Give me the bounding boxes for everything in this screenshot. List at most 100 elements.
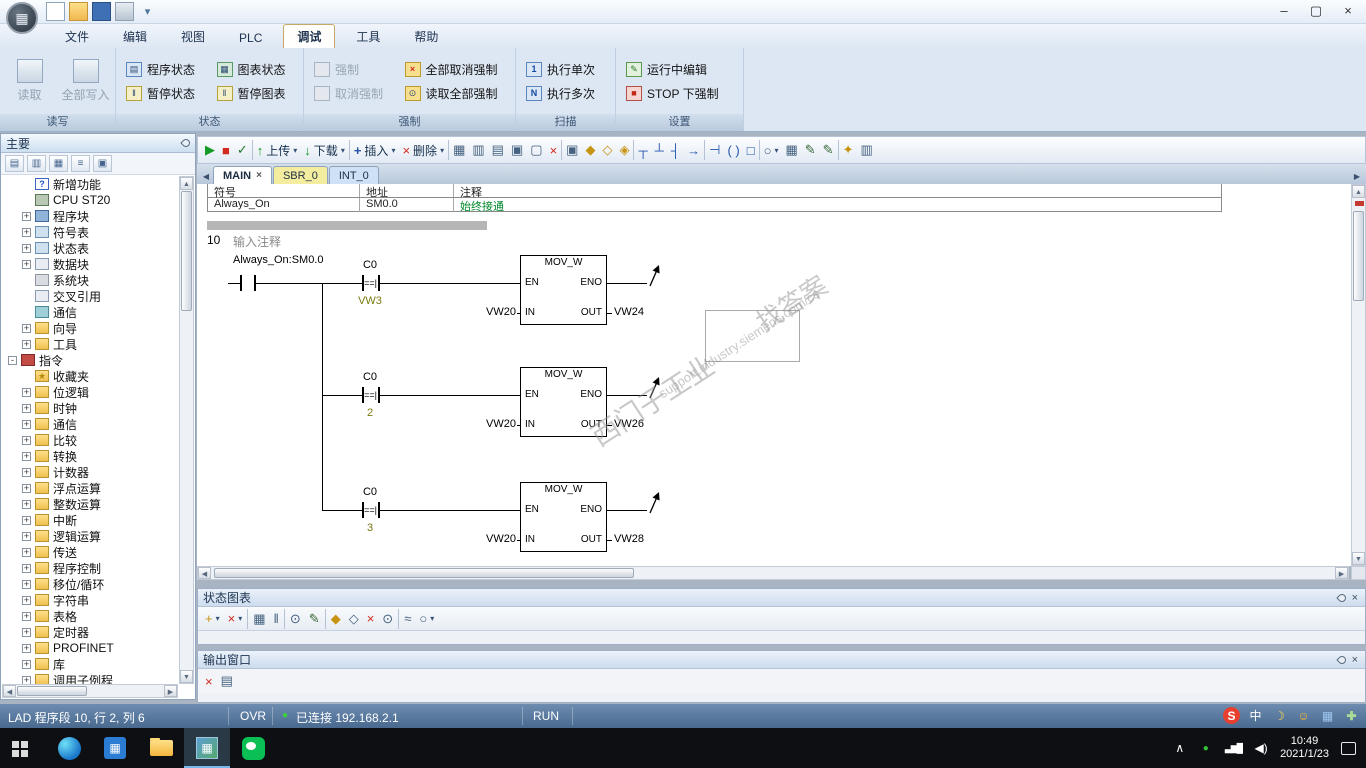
scroll-up-icon[interactable]: ▲ xyxy=(1352,185,1365,198)
tree-item[interactable]: + 整数运算 xyxy=(2,496,180,512)
tree-item[interactable]: + 计数器 xyxy=(2,464,180,480)
symbol-table[interactable]: 符号 地址 注释 Always_On SM0.0 始终接通 xyxy=(207,184,1222,213)
separator[interactable] xyxy=(283,608,285,629)
taskbar-clock[interactable]: 10:49 2021/1/23 xyxy=(1280,735,1329,761)
pause-status-button[interactable]: ‖ 暂停状态 xyxy=(126,83,203,103)
separator[interactable] xyxy=(837,140,839,160)
unlock-button[interactable]: ◇ xyxy=(599,139,615,161)
tree-scrollbar-vertical[interactable]: ▲ ▼ xyxy=(179,176,194,684)
separator[interactable] xyxy=(398,608,400,629)
action-center-icon[interactable] xyxy=(1341,741,1356,755)
volume-icon[interactable]: ◀) xyxy=(1254,741,1268,755)
edit-symbols-button[interactable]: ✎ xyxy=(802,139,819,161)
wechat-icon[interactable] xyxy=(230,728,276,768)
start-button[interactable] xyxy=(0,728,46,768)
execute-single-button[interactable]: 1 执行单次 xyxy=(526,59,605,79)
library-button[interactable]: ▥ xyxy=(857,139,875,161)
scroll-right-icon[interactable]: ▶ xyxy=(1335,567,1348,579)
edit-status-button[interactable]: ✎ xyxy=(820,139,837,161)
edit-in-run-button[interactable]: ✎ 运行中编辑 xyxy=(626,59,733,79)
force-in-stop-button[interactable]: ■ STOP 下强制 xyxy=(626,83,733,103)
tree-item[interactable]: + 字符串 xyxy=(2,592,180,608)
tree-item[interactable]: 通信 xyxy=(2,304,180,320)
block-in-operand[interactable]: VW20 xyxy=(472,306,516,318)
scroll-thumb[interactable] xyxy=(181,191,192,311)
tree-item[interactable]: + PROFINET xyxy=(2,640,180,656)
new-file-icon[interactable] xyxy=(46,2,65,21)
tree-item[interactable]: ★ 收藏夹 xyxy=(2,368,180,384)
pin-icon[interactable] xyxy=(180,137,192,149)
tree-item[interactable]: + 库 xyxy=(2,656,180,672)
tree-item[interactable]: CPU ST20 xyxy=(2,192,180,208)
unforce-button[interactable]: 取消强制 xyxy=(314,83,391,103)
tree-expander-icon[interactable]: + xyxy=(22,387,31,397)
tree-expander-icon[interactable]: + xyxy=(22,659,31,669)
tree-item[interactable]: + 调用子例程 xyxy=(2,672,180,684)
network-comment[interactable]: 输入注释 xyxy=(233,233,281,250)
scroll-down-icon[interactable]: ▼ xyxy=(180,670,193,683)
tree-expander-icon[interactable]: + xyxy=(22,595,31,605)
scroll-left-icon[interactable]: ◀ xyxy=(3,685,16,697)
line-up-button[interactable]: ┴ xyxy=(652,139,667,161)
output-page-icon[interactable]: ▤ xyxy=(218,670,236,692)
tray-status-icon[interactable]: ● xyxy=(1199,743,1213,754)
app-menu-button[interactable]: ▦ xyxy=(6,2,38,34)
tree-item[interactable]: + 传送 xyxy=(2,544,180,560)
close-panel-icon[interactable]: × xyxy=(1350,592,1360,604)
dropdown-arrow-icon[interactable]: ▾ xyxy=(216,614,220,623)
run-button[interactable]: ▶ xyxy=(202,139,218,161)
contact-bar[interactable] xyxy=(240,275,242,291)
insert-contact-button[interactable]: ⊣ xyxy=(706,139,723,161)
separator[interactable] xyxy=(758,140,760,160)
pin-icon[interactable] xyxy=(1335,653,1348,666)
tray-expand-icon[interactable]: ∧ xyxy=(1173,741,1187,755)
line-down-button[interactable]: ┬ xyxy=(635,139,650,161)
tree-expander-icon[interactable]: + xyxy=(22,483,31,493)
scroll-thumb[interactable] xyxy=(17,686,87,696)
tree-expander-icon[interactable]: + xyxy=(22,611,31,621)
tree-expander-icon[interactable]: + xyxy=(22,227,31,237)
read-values-icon[interactable]: ⊙ xyxy=(287,608,304,630)
ime-toolbox-icon[interactable]: ✚ xyxy=(1343,707,1360,724)
dropdown-arrow-icon[interactable]: ▾ xyxy=(430,614,434,623)
block-in-operand[interactable]: VW20 xyxy=(472,533,516,545)
tree-item[interactable]: + 转换 xyxy=(2,448,180,464)
columns-view-icon[interactable]: ▣ xyxy=(93,155,112,172)
symbol-cell[interactable]: Always_On xyxy=(214,198,270,210)
customize-quick-access-icon[interactable]: ▾ xyxy=(138,2,157,21)
unforce-value-icon[interactable]: ◇ xyxy=(346,608,362,630)
tree-item[interactable]: 系统块 xyxy=(2,272,180,288)
tree-item[interactable]: + 向导 xyxy=(2,320,180,336)
open-folder-button[interactable]: ▣ xyxy=(508,139,526,161)
scroll-right-icon[interactable]: ▶ xyxy=(164,685,177,697)
write-all-button[interactable]: 全部写入 xyxy=(61,59,111,103)
open-project-icon[interactable] xyxy=(69,2,88,21)
separator[interactable] xyxy=(348,140,350,160)
menu-edit[interactable]: 编辑 xyxy=(110,25,160,48)
tree-item[interactable]: + 定时器 xyxy=(2,624,180,640)
chart-comment-icon[interactable]: ○ ▾ xyxy=(416,608,437,630)
print-icon[interactable] xyxy=(115,2,134,21)
tree-item[interactable]: + 比较 xyxy=(2,432,180,448)
dropdown-arrow-icon[interactable]: ▾ xyxy=(293,146,297,155)
minimize-button[interactable]: – xyxy=(1268,0,1300,22)
tree-expander-icon[interactable]: + xyxy=(22,259,31,269)
scroll-thumb[interactable] xyxy=(1353,211,1364,301)
status-chart-button[interactable]: ▥ xyxy=(469,139,487,161)
upload-button[interactable]: ↑ 上传 ▾ xyxy=(254,139,301,161)
delete-chart-button[interactable]: × ▾ xyxy=(225,608,246,630)
menu-help[interactable]: 帮助 xyxy=(401,25,451,48)
tree-expander-icon[interactable]: + xyxy=(22,579,31,589)
tree-item[interactable]: + 表格 xyxy=(2,608,180,624)
read-button[interactable]: 读取 xyxy=(5,59,55,103)
mov-block[interactable]: MOV_W EN ENO IN OUT xyxy=(520,255,607,325)
execute-multiple-button[interactable]: N 执行多次 xyxy=(526,83,605,103)
force-value-icon[interactable]: ◆ xyxy=(328,608,344,630)
key-button[interactable]: ✦ xyxy=(840,139,857,161)
ime-emoji-icon[interactable]: ☺ xyxy=(1295,707,1312,724)
mov-block[interactable]: MOV_W EN ENO IN OUT xyxy=(520,367,607,437)
insert-button[interactable]: + 插入 ▾ xyxy=(351,139,399,161)
chart-status-button[interactable]: ▦ 图表状态 xyxy=(216,59,294,79)
edge-icon[interactable] xyxy=(46,728,92,768)
chart-status-toggle-icon[interactable]: ▦ xyxy=(250,608,268,630)
